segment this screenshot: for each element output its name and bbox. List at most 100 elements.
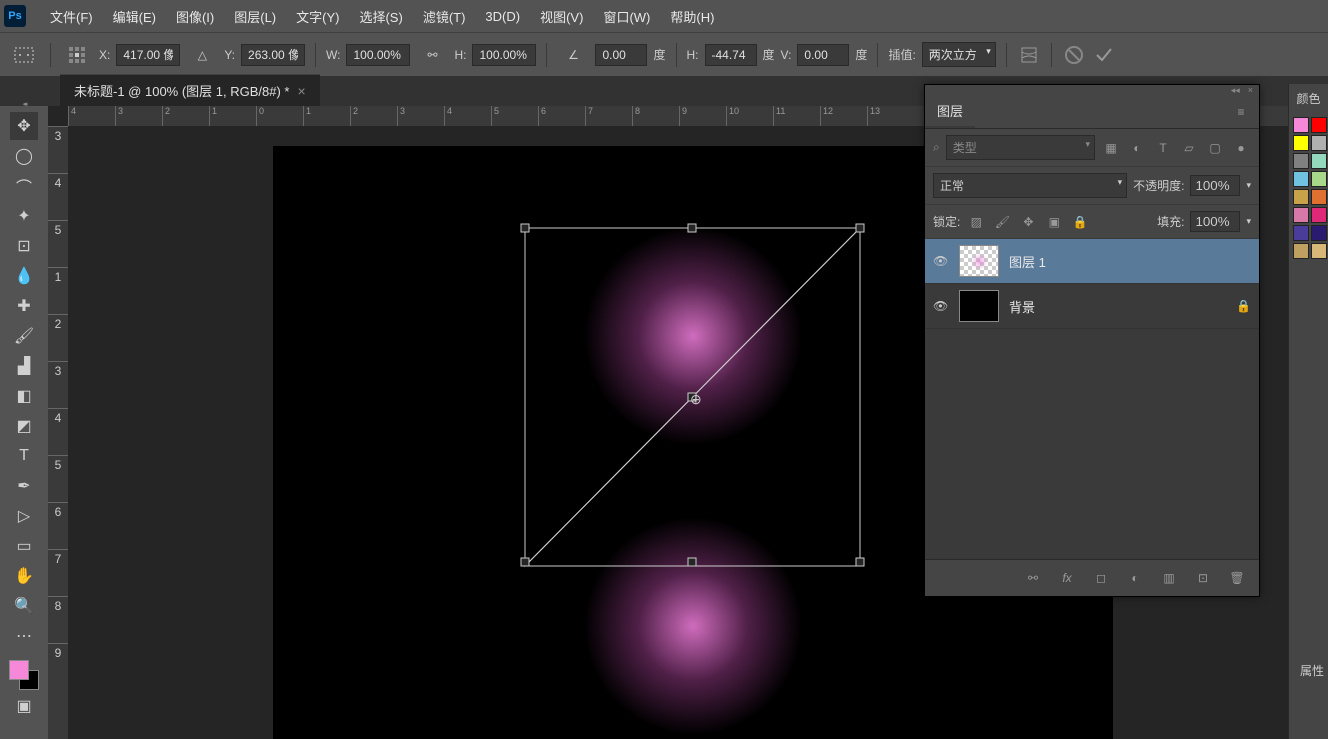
swatch[interactable] [1293,225,1309,241]
crop-tool[interactable]: ⊡ [10,232,38,260]
marquee-tool[interactable]: ◯ [10,142,38,170]
layer-name[interactable]: 背景 [1009,297,1035,316]
layer-name[interactable]: 图层 1 [1009,252,1046,271]
layers-tab[interactable]: 图层 [925,95,975,128]
menu-help[interactable]: 帮助(H) [660,0,724,32]
lock-transparency-icon[interactable]: ▨ [966,212,986,232]
swatch[interactable] [1311,207,1327,223]
menu-window[interactable]: 窗口(W) [593,0,660,32]
w-input[interactable] [346,44,410,66]
eyedropper-tool[interactable]: 💧 [10,262,38,290]
menu-select[interactable]: 选择(S) [349,0,412,32]
y-input[interactable] [241,44,305,66]
lock-position-icon[interactable]: ✥ [1018,212,1038,232]
layer-thumbnail[interactable] [959,245,999,277]
warp-mode-icon[interactable] [1017,43,1041,67]
type-tool[interactable]: T [10,442,38,470]
gradient-tool[interactable]: ◩ [10,412,38,440]
fill-input[interactable] [1190,211,1240,232]
filter-image-icon[interactable]: ▦ [1101,138,1121,158]
document-tab[interactable]: 未标题-1 @ 100% (图层 1, RGB/8#) * × [60,74,320,106]
visibility-icon[interactable]: 👁 [933,299,949,313]
filter-shape-icon[interactable]: ▱ [1179,138,1199,158]
layer-item[interactable]: 👁 图层 1 [925,239,1259,284]
hand-tool[interactable]: ✋ [10,562,38,590]
menu-edit[interactable]: 编辑(E) [103,0,166,32]
x-input[interactable] [116,44,180,66]
skew-v-input[interactable] [797,44,849,66]
shape-tool[interactable]: ▭ [10,532,38,560]
filter-toggle-icon[interactable]: ● [1231,138,1251,158]
brush-tool[interactable]: 🖌 [10,322,38,350]
lock-artboard-icon[interactable]: ▣ [1044,212,1064,232]
swatch[interactable] [1293,243,1309,259]
swatch[interactable] [1293,171,1309,187]
delete-layer-icon[interactable]: 🗑 [1227,568,1247,588]
swatch[interactable] [1311,243,1327,259]
commit-transform-icon[interactable] [1092,43,1116,67]
pen-tool[interactable]: ✒ [10,472,38,500]
angle-input[interactable] [595,44,647,66]
swatch[interactable] [1311,117,1327,133]
menu-image[interactable]: 图像(I) [166,0,224,32]
visibility-icon[interactable]: 👁 [933,254,949,268]
menu-layer[interactable]: 图层(L) [224,0,286,32]
adjustment-layer-icon[interactable]: ◐ [1125,568,1145,588]
properties-panel-tab[interactable]: 属性 [1300,662,1324,679]
swatch[interactable] [1311,153,1327,169]
eraser-tool[interactable]: ◧ [10,382,38,410]
new-layer-icon[interactable]: ⊡ [1193,568,1213,588]
close-tab-icon[interactable]: × [297,83,305,99]
transform-tool-icon[interactable] [8,41,40,69]
swatch[interactable] [1293,189,1309,205]
lock-image-icon[interactable]: 🖌 [992,212,1012,232]
edit-toolbar[interactable]: ⋯ [10,622,38,650]
menu-view[interactable]: 视图(V) [530,0,593,32]
quickmask-tool[interactable]: ▣ [10,692,38,720]
swatch[interactable] [1311,135,1327,151]
lasso-tool[interactable]: ⌒ [10,172,38,200]
link-layers-icon[interactable]: ⚯ [1023,568,1043,588]
panel-collapse-icon[interactable]: ◂◂ [1231,85,1240,95]
zoom-tool[interactable]: 🔍 [10,592,38,620]
reference-point-icon[interactable] [61,41,93,69]
swatch[interactable] [1293,117,1309,133]
swatch[interactable] [1311,171,1327,187]
link-icon[interactable]: ⚯ [416,41,448,69]
swatch[interactable] [1311,189,1327,205]
magic-wand-tool[interactable]: ✦ [10,202,38,230]
panel-menu-icon[interactable]: ≡ [1231,102,1251,122]
foreground-color[interactable] [9,660,29,680]
panel-close-icon[interactable]: × [1248,85,1253,95]
menu-type[interactable]: 文字(Y) [286,0,349,32]
swatch[interactable] [1293,153,1309,169]
delta-icon[interactable]: △ [186,41,218,69]
layer-mask-icon[interactable]: ◻ [1091,568,1111,588]
layer-item[interactable]: 👁 背景 🔒 [925,284,1259,329]
filter-type-icon[interactable]: T [1153,138,1173,158]
menu-filter[interactable]: 滤镜(T) [413,0,476,32]
cancel-transform-icon[interactable] [1062,43,1086,67]
interp-dropdown[interactable]: 两次立方 [922,42,996,67]
filter-adjust-icon[interactable]: ◐ [1127,138,1147,158]
move-tool[interactable]: ✥ [10,112,38,140]
layer-thumbnail[interactable] [959,290,999,322]
lock-all-icon[interactable]: 🔒 [1070,212,1090,232]
h-input[interactable] [472,44,536,66]
layer-fx-icon[interactable]: fx [1057,568,1077,588]
color-swatches[interactable] [9,660,39,690]
menu-3d[interactable]: 3D(D) [475,0,530,32]
blend-mode-dropdown[interactable]: 正常 [933,173,1127,198]
path-select-tool[interactable]: ▷ [10,502,38,530]
opacity-input[interactable] [1190,175,1240,196]
swatch[interactable] [1311,225,1327,241]
colors-panel-tab[interactable]: 颜色 [1289,84,1328,113]
healing-brush-tool[interactable]: ✚ [10,292,38,320]
swatch[interactable] [1293,135,1309,151]
menu-file[interactable]: 文件(F) [40,0,103,32]
layer-filter-dropdown[interactable]: 类型 [946,135,1095,160]
filter-smart-icon[interactable]: ▢ [1205,138,1225,158]
swatch[interactable] [1293,207,1309,223]
stamp-tool[interactable]: ▟ [10,352,38,380]
transform-center-icon[interactable]: ⊕ [690,391,702,408]
